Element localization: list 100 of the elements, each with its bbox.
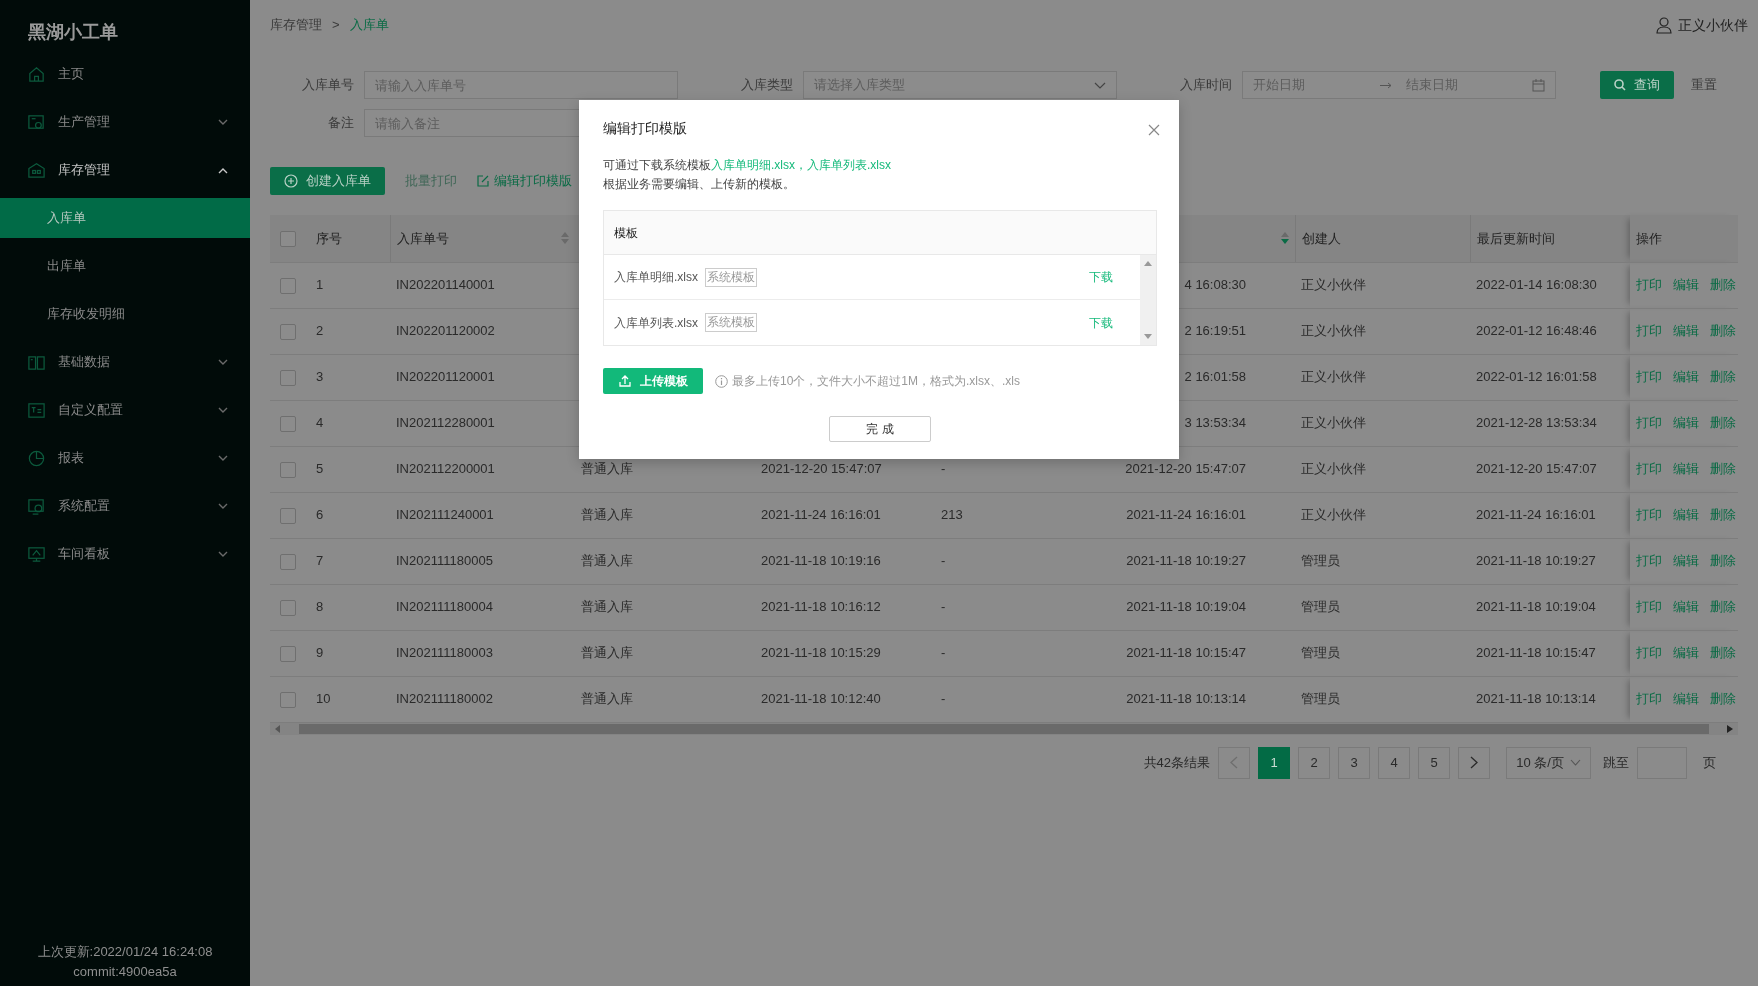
action-link[interactable]: 编辑 [1673, 323, 1699, 339]
table-cell: 2021-11-18 10:15:29 [761, 645, 881, 661]
table-cell: 2021-11-18 10:19:27 [1126, 553, 1246, 569]
table-cell: - [941, 599, 946, 615]
sidebar-item[interactable]: 车间看板 [0, 530, 250, 578]
sidebar-item[interactable]: 库存管理 [0, 146, 250, 194]
table-cell: 正义小伙伴 [1301, 277, 1366, 293]
action-link[interactable]: 编辑 [1673, 415, 1699, 431]
sidebar-item[interactable]: 系统配置 [0, 482, 250, 530]
sidebar-item[interactable]: 生产管理 [0, 98, 250, 146]
action-link[interactable]: 删除 [1710, 599, 1736, 615]
sidebar-item[interactable]: 自定义配置 [0, 386, 250, 434]
column-header: 最后更新时间 [1476, 229, 1555, 248]
toolbar-link[interactable]: 编辑打印模版 [477, 171, 572, 191]
table-cell: 4 16:08:30 [1184, 277, 1246, 293]
sidebar-subitem[interactable]: 入库单 [0, 198, 250, 238]
action-link[interactable]: 打印 [1636, 277, 1662, 293]
scrollbar[interactable] [1140, 255, 1156, 345]
user-name[interactable]: 正义小伙伴 [1678, 14, 1748, 36]
action-link[interactable]: 打印 [1636, 507, 1662, 523]
table-cell: IN202111180002 [396, 691, 493, 707]
action-link[interactable]: 打印 [1636, 461, 1662, 477]
search-button[interactable]: 查询 [1600, 71, 1674, 99]
action-link[interactable]: 打印 [1636, 553, 1662, 569]
action-link[interactable]: 编辑 [1673, 507, 1699, 523]
column-header: 操作 [1636, 229, 1662, 248]
table-cell: 2 16:01:58 [1184, 369, 1246, 385]
download-link[interactable]: 下载 [1089, 268, 1113, 286]
scroll-right-icon[interactable] [1727, 724, 1733, 733]
scroll-left-icon[interactable] [275, 724, 281, 733]
sidebar-item[interactable]: 主页 [0, 50, 250, 98]
action-link[interactable]: 编辑 [1673, 691, 1699, 707]
commit-text: commit:4900ea5a [72, 963, 178, 981]
sort-icon[interactable] [1280, 231, 1289, 246]
checkbox[interactable] [280, 507, 296, 524]
scroll-down-icon[interactable] [1144, 334, 1152, 339]
action-link[interactable]: 编辑 [1673, 369, 1699, 385]
warehouse-icon [27, 160, 46, 180]
sort-icon[interactable] [561, 231, 569, 246]
edit-icon [477, 175, 489, 187]
action-link[interactable]: 删除 [1710, 415, 1736, 431]
action-link[interactable]: 删除 [1710, 323, 1736, 339]
checkbox[interactable] [280, 277, 296, 294]
action-link[interactable]: 删除 [1710, 369, 1736, 385]
page-button[interactable]: 3 [1338, 746, 1370, 779]
action-link[interactable]: 编辑 [1673, 645, 1699, 661]
action-link[interactable]: 删除 [1710, 461, 1736, 477]
table-cell: 管理员 [1301, 691, 1340, 707]
table-cell: 6 [316, 507, 324, 523]
page-button[interactable]: 2 [1298, 746, 1330, 779]
page-size-select[interactable]: 10 条/页 [1506, 746, 1591, 779]
download-link[interactable]: 下载 [1089, 313, 1113, 332]
page-button[interactable]: 4 [1378, 746, 1410, 779]
breadcrumb-item[interactable]: 库存管理 [270, 15, 322, 35]
sidebar-subitem[interactable]: 库存收发明细 [0, 290, 250, 338]
page-button[interactable]: 1 [1258, 746, 1290, 779]
action-link[interactable]: 打印 [1636, 691, 1662, 707]
table-cell: 2021-11-18 10:16:12 [761, 599, 881, 615]
action-link[interactable]: 删除 [1710, 553, 1736, 569]
checkbox[interactable] [280, 461, 296, 478]
tag: 系统模板 [705, 313, 757, 332]
table-cell: 3 13:53:34 [1184, 415, 1246, 431]
sidebar-item[interactable]: 基础数据 [0, 338, 250, 386]
screen-gear-icon [27, 112, 46, 132]
action-link[interactable]: 编辑 [1673, 553, 1699, 569]
checkbox[interactable] [280, 231, 296, 248]
reset-button[interactable]: 重置 [1691, 75, 1717, 95]
checkbox[interactable] [280, 645, 296, 662]
checkbox[interactable] [280, 691, 296, 708]
upload-button[interactable]: 上传模板 [603, 368, 703, 394]
template-link[interactable]: 入库单列表.xlsx [807, 158, 891, 172]
checkbox[interactable] [280, 369, 296, 386]
action-link[interactable]: 打印 [1636, 645, 1662, 661]
checkbox[interactable] [280, 553, 296, 570]
action-link[interactable]: 编辑 [1673, 599, 1699, 615]
action-link[interactable]: 编辑 [1673, 461, 1699, 477]
plus-circle-icon [284, 174, 298, 188]
action-link[interactable]: 删除 [1710, 507, 1736, 523]
checkbox[interactable] [280, 415, 296, 432]
sidebar-subitem[interactable]: 出库单 [0, 242, 250, 290]
create-button[interactable]: 创建入库单 [270, 167, 385, 195]
template-link[interactable]: 入库单明细.xlsx [711, 158, 795, 172]
action-link[interactable]: 删除 [1710, 645, 1736, 661]
breadcrumb-item[interactable]: 入库单 [349, 15, 389, 35]
action-link[interactable]: 打印 [1636, 369, 1662, 385]
action-link[interactable]: 打印 [1636, 323, 1662, 339]
table-cell: 2021-11-18 10:19:27 [1476, 553, 1596, 569]
checkbox[interactable] [280, 599, 296, 616]
file-name: 入库单列表.xlsx [614, 314, 698, 332]
action-link[interactable]: 打印 [1636, 415, 1662, 431]
page-button[interactable]: 5 [1418, 746, 1450, 779]
checkbox[interactable] [280, 323, 296, 340]
table-cell: 2021-11-18 10:15:47 [1126, 645, 1246, 661]
action-link[interactable]: 删除 [1710, 277, 1736, 293]
next-page-button[interactable] [1458, 746, 1490, 779]
action-link[interactable]: 删除 [1710, 691, 1736, 707]
sidebar-item[interactable]: 报表 [0, 434, 250, 482]
action-link[interactable]: 编辑 [1673, 277, 1699, 293]
done-button[interactable]: 完 成 [829, 416, 931, 442]
action-link[interactable]: 打印 [1636, 599, 1662, 615]
